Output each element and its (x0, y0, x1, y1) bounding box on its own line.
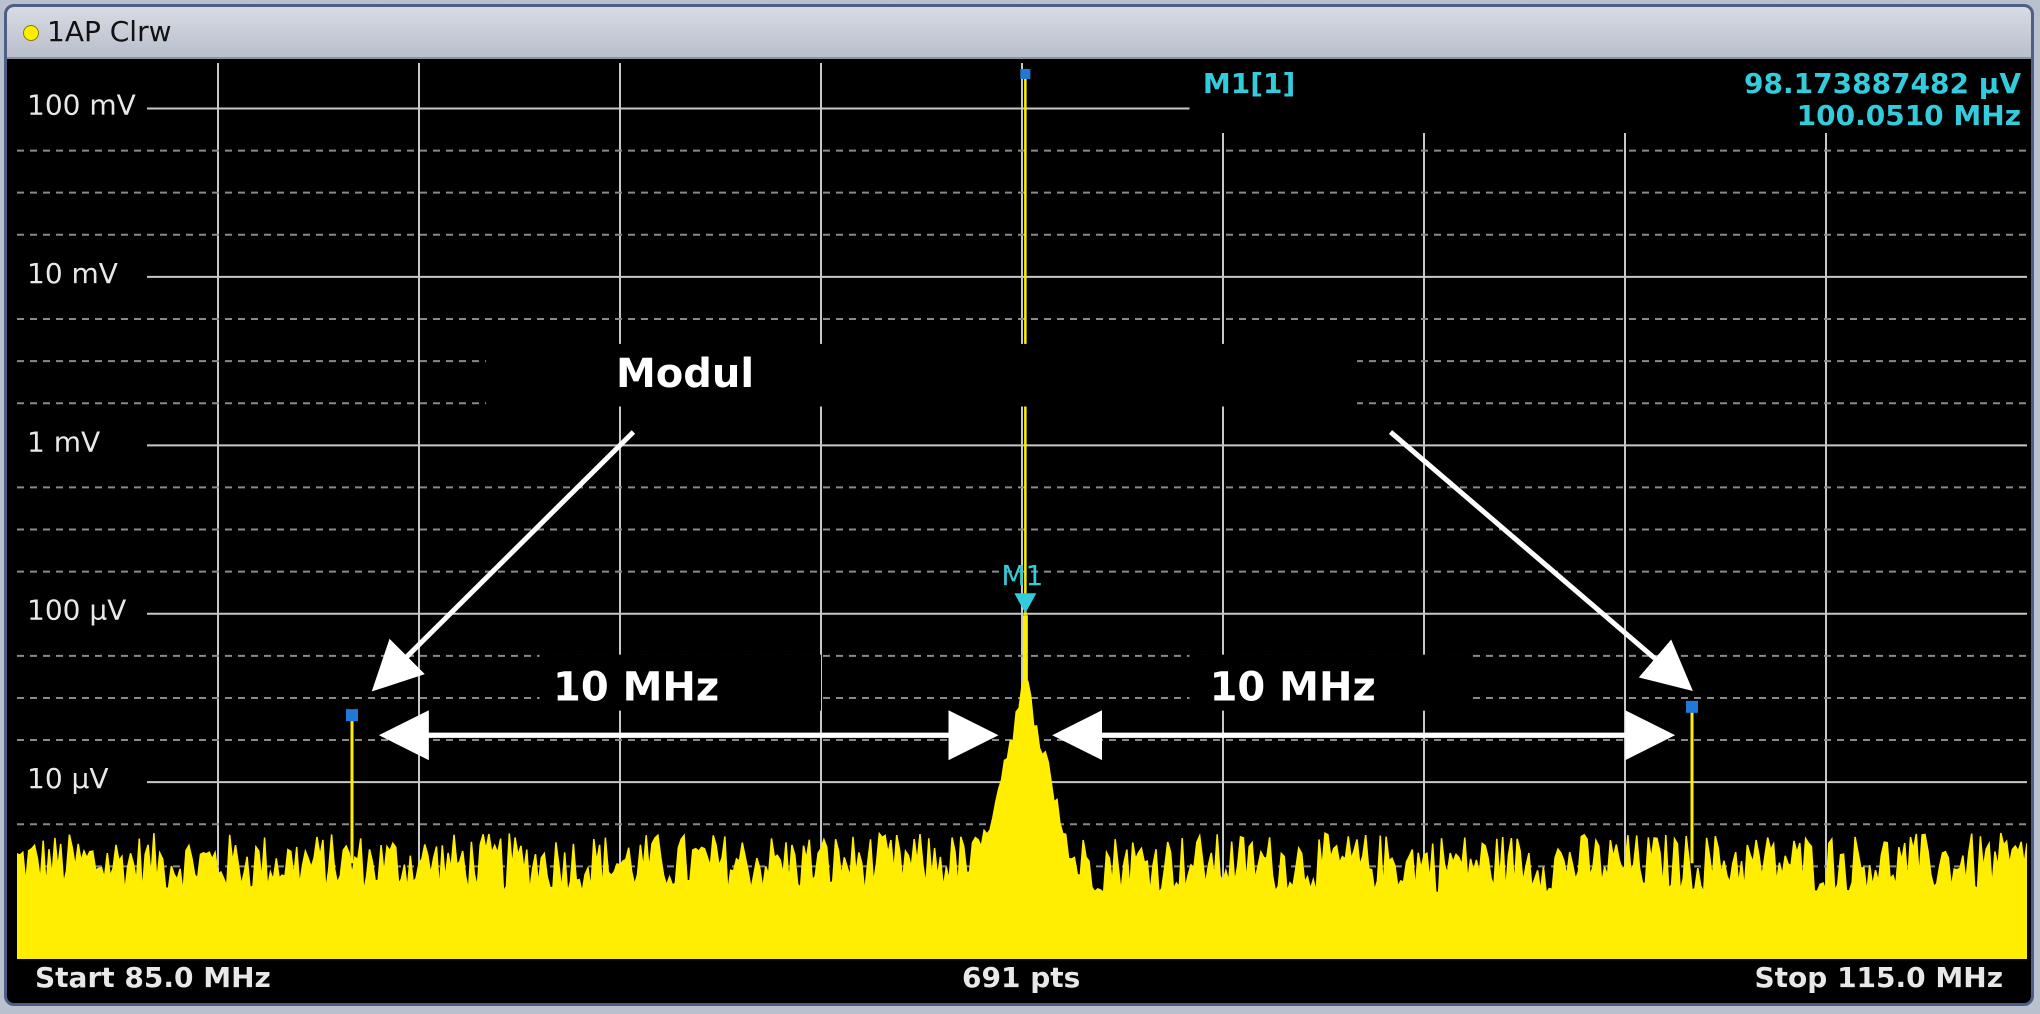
marker-readout-frequency: 100.0510 MHz (1797, 99, 2021, 132)
carrier-top-marker (1020, 69, 1031, 79)
marker-readout-value: 98.173887482 µV (1744, 67, 2021, 100)
arrow-to-left-sideband (371, 430, 636, 692)
trace-label: 1AP Clrw (47, 15, 172, 48)
spectrum-plot[interactable]: 100 mV 10 mV 1 mV 100 µV 10 µV Modul 10 MHz 10… (17, 63, 2027, 959)
y-tick-label: 1 mV (27, 425, 100, 458)
start-frequency: Start 85.0 MHz (35, 961, 271, 994)
sideband-peak-marker (346, 709, 358, 722)
marker-m1-triangle-icon (1014, 593, 1037, 614)
span-left-label: 10 MHz (553, 665, 719, 711)
spectrum-window: 1AP Clrw 100 mV 10 mV 1 mV 100 µV 10 µV Modu… (4, 4, 2034, 1006)
trace-status-dot-icon (23, 25, 39, 41)
y-tick-label: 100 µV (27, 594, 126, 627)
arrow-to-right-sideband (1388, 430, 1693, 692)
y-tick-label: 100 mV (27, 88, 136, 121)
sideband-peak-marker (1686, 700, 1698, 713)
span-right-label: 10 MHz (1210, 665, 1376, 711)
modul-label: Modul (616, 351, 754, 397)
sweep-points: 691 pts (962, 961, 1081, 994)
trace-title-bar[interactable]: 1AP Clrw (7, 7, 2031, 59)
marker-overlay: M1 M1[1] 98.173887482 µV100.0510 MHz (1001, 63, 2027, 614)
marker-readout-name: M1[1] (1203, 67, 1295, 100)
marker-m1-label: M1 (1001, 559, 1043, 592)
y-tick-label: 10 mV (27, 257, 118, 290)
status-footer: Start 85.0 MHz 691 pts Stop 115.0 MHz (17, 959, 2021, 999)
stop-frequency: Stop 115.0 MHz (1754, 961, 2004, 994)
y-tick-label: 10 µV (27, 762, 109, 795)
trace-spectrum (17, 675, 2027, 959)
